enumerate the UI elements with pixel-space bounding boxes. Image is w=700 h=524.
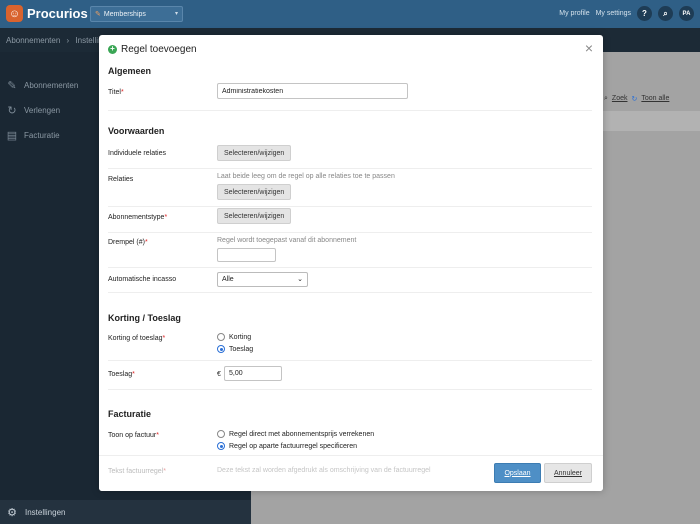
refresh-icon: ↻ [7,104,17,117]
edit-icon: ✎ [7,79,17,92]
individual-relations-row: Individuele relaties Selecteren/wijzigen [108,143,592,169]
avatar[interactable]: PA [679,6,694,21]
refresh-icon: ↻ [631,95,638,103]
show-on-invoice-label: Toon op factuur* [108,432,159,439]
discount-radio-label: Korting [229,333,252,341]
relations-hint: Laat beide leeg om de regel op alle rela… [217,173,395,180]
subscription-type-select-button[interactable]: Selecteren/wijzigen [217,208,292,224]
plus-circle-icon: + [108,44,117,54]
discount-or-surcharge-row: Korting of toeslag* Korting Toeslag [108,329,592,361]
currency-symbol: € [217,371,221,378]
background-search-area: ⌕ Zoek ↻ Toon alle [604,91,700,106]
surcharge-radio-label: Toeslag [229,345,254,353]
document-icon: ▤ [6,129,18,142]
show-on-invoice-row: Toon op factuur* Regel direct met abonne… [108,425,592,455]
dialog-title: Regel toevoegen [121,43,197,55]
sidebar-item-subscriptions[interactable]: ✎ Abonnementen [6,79,79,92]
title-label: Titel* [108,89,124,96]
relations-select-button[interactable]: Selecteren/wijzigen [217,184,292,200]
add-rule-dialog: + Regel toevoegen × Algemeen Titel* Voor… [99,35,603,491]
section-discount-heading: Korting / Toeslag [108,313,181,323]
chevron-down-icon: ⌄ [297,276,303,283]
direct-debit-row: Automatische incasso Alle ⌄ [108,268,592,293]
dialog-footer: Tekst factuurregel* Deze tekst zal worde… [99,455,603,491]
sidebar-item-renew[interactable]: ↻ Verlengen [6,104,61,117]
cancel-button[interactable]: Annuleer [544,463,592,483]
top-right-menu: My profile My settings ? ⌕ PA [559,6,694,21]
title-input[interactable] [217,83,408,99]
discount-radio[interactable]: Korting [217,333,251,341]
radio-checked-icon [217,442,225,450]
threshold-hint: Regel wordt toegepast vanaf dit abonneme… [217,237,357,244]
background-table-header [603,111,700,131]
sidebar-item-settings[interactable]: ⚙ Instellingen [0,500,251,524]
sidebar-item-label: Abonnementen [24,80,79,90]
direct-debit-select[interactable]: Alle ⌄ [217,272,308,287]
relations-label: Relaties [108,176,134,183]
threshold-input[interactable] [217,248,276,262]
relations-row: Relaties Laat beide leeg om de regel op … [108,169,592,207]
individual-relations-select-button[interactable]: Selecteren/wijzigen [217,145,292,161]
show-all-link[interactable]: Toon alle [641,95,669,102]
save-button[interactable]: Opslaan [494,463,541,483]
pencil-icon: ✎ [95,11,101,18]
surcharge-amount-input[interactable] [224,366,282,381]
threshold-label: Drempel (#)* [108,239,148,246]
invoice-line-text-label: Tekst factuurregel* [108,468,166,475]
surcharge-radio[interactable]: Toeslag [217,345,253,353]
title-row: Titel* [108,81,592,111]
search-link[interactable]: Zoek [612,95,628,102]
gear-icon: ⚙ [7,506,17,519]
sidebar-item-invoicing[interactable]: ▤ Facturatie [6,129,60,142]
search-icon[interactable]: ⌕ [604,95,608,103]
radio-checked-icon [217,345,225,353]
dialog-body: Algemeen Titel* Voorwaarden Individuele … [99,63,603,455]
section-general-heading: Algemeen [108,66,152,76]
help-button[interactable]: ? [637,6,652,21]
sidebar-item-label: Instellingen [25,507,66,517]
my-settings-link[interactable]: My settings [596,10,631,17]
radio-unchecked-icon [217,333,225,341]
logo-text: Procurios [27,6,88,21]
subscription-type-row: Abonnementstype* Selecteren/wijzigen [108,207,592,233]
radio-unchecked-icon [217,430,225,438]
my-profile-link[interactable]: My profile [559,10,589,17]
procurios-logo-icon: ☺ [6,5,23,22]
dialog-header: + Regel toevoegen × [99,35,603,63]
surcharge-amount-row: Toeslag* € [108,361,592,390]
invoice-option-separate-label: Regel op aparte factuurregel specificere… [229,442,358,450]
discount-or-surcharge-label: Korting of toeslag* [108,335,166,342]
sidebar-item-label: Verlengen [24,105,61,115]
sidebar-item-label: Facturatie [24,130,60,140]
chevron-down-icon: ▾ [174,11,178,17]
search-icon[interactable]: ⌕ [658,6,673,21]
breadcrumb-separator: › [66,36,70,45]
surcharge-label: Toeslag* [108,371,135,378]
subscription-type-label: Abonnementstype* [108,214,168,221]
section-invoicing-heading: Facturatie [108,409,152,419]
invoice-line-text-hint: Deze tekst zal worden afgedrukt als omsc… [217,467,431,474]
breadcrumb-root[interactable]: Abonnementen [6,36,60,45]
direct-debit-selected-value: Alle [222,276,234,283]
module-selector-label: Memberships [103,10,146,18]
logo[interactable]: ☺ Procurios [6,5,88,22]
direct-debit-label: Automatische incasso [108,276,177,283]
module-selector[interactable]: ✎ Memberships ▾ [90,6,183,22]
invoice-option-direct-label: Regel direct met abonnementsprijs verrek… [229,430,375,438]
close-icon[interactable]: × [585,41,593,55]
individual-relations-label: Individuele relaties [108,150,166,157]
threshold-row: Drempel (#)* Regel wordt toegepast vanaf… [108,233,592,268]
section-conditions-heading: Voorwaarden [108,126,165,136]
invoice-option-direct-radio[interactable]: Regel direct met abonnementsprijs verrek… [217,430,374,438]
invoice-option-separate-radio[interactable]: Regel op aparte factuurregel specificere… [217,442,357,450]
top-navigation-bar: ☺ Procurios ✎ Memberships ▾ My profile M… [0,0,700,28]
